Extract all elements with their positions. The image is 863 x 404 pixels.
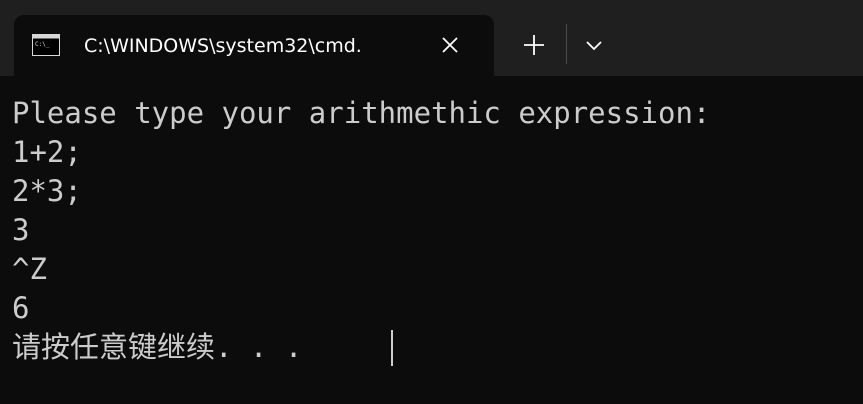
command-prompt-icon: C:\_ [32,34,60,56]
console-line: 1+2; [12,135,82,169]
tab-bar-divider [566,24,567,64]
tab-title: C:\WINDOWS\system32\cmd. [84,35,362,57]
terminal-window: C:\_ C:\WINDOWS\system32\cmd. Please typ… [0,0,863,404]
close-icon[interactable] [436,31,464,59]
console-line-prompt: Please type your arithmethic expression: [12,96,711,130]
console-line: 6 [12,291,30,325]
text-cursor [391,330,393,366]
tab-cmd[interactable]: C:\_ C:\WINDOWS\system32\cmd. [14,15,494,76]
chevron-down-icon[interactable] [580,30,608,60]
tab-bar: C:\_ C:\WINDOWS\system32\cmd. [0,0,863,76]
plus-icon[interactable] [519,30,549,60]
console-line: ^Z [12,252,47,286]
svg-text:C:\_: C:\_ [35,41,50,48]
console-line: 2*3; [12,174,82,208]
console-output[interactable]: Please type your arithmethic expression:… [0,76,863,404]
console-line-press-any-key: 请按任意键继续. . . [12,330,303,364]
console-line: 3 [12,213,30,247]
